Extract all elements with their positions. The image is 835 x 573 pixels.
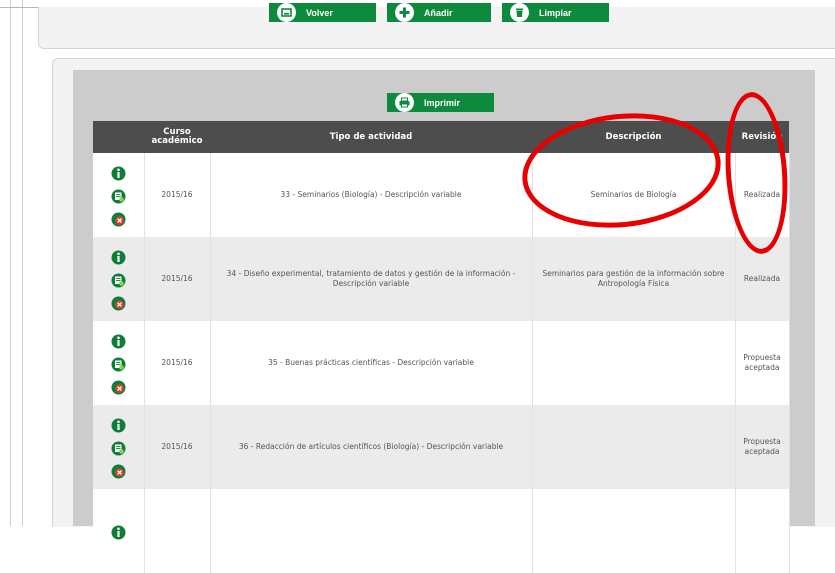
info-icon[interactable] bbox=[111, 334, 126, 349]
table-row: 2015/16 35 - Buenas prácticas científica… bbox=[93, 321, 790, 405]
delete-icon[interactable] bbox=[111, 212, 126, 227]
cell-revision: Propuesta aceptada bbox=[735, 405, 790, 489]
page-left-border-inner bbox=[22, 0, 23, 526]
info-icon[interactable] bbox=[111, 525, 126, 540]
cell-curso: 2015/16 bbox=[144, 153, 211, 237]
header-revision[interactable]: Revisión bbox=[735, 121, 789, 153]
header-tipo[interactable]: Tipo de actividad bbox=[210, 121, 532, 153]
volver-label: Volver bbox=[306, 7, 333, 18]
table-row bbox=[93, 489, 790, 573]
delete-icon[interactable] bbox=[111, 380, 126, 395]
table-row: 2015/16 34 - Diseño experimental, tratam… bbox=[93, 237, 790, 321]
cell-curso bbox=[144, 489, 211, 573]
info-icon[interactable] bbox=[111, 166, 126, 181]
cell-curso: 2015/16 bbox=[144, 321, 211, 405]
delete-icon[interactable] bbox=[111, 464, 126, 479]
cell-descripcion: Seminarios de Biología bbox=[532, 153, 736, 237]
anadir-label: Añadir bbox=[424, 7, 453, 18]
edit-icon[interactable] bbox=[111, 189, 126, 204]
cell-curso: 2015/16 bbox=[144, 405, 211, 489]
cell-revision: Realizada bbox=[735, 153, 790, 237]
cell-tipo bbox=[210, 489, 533, 573]
row-actions bbox=[93, 321, 145, 405]
cell-descripcion: Seminarios para gestión de la informació… bbox=[532, 237, 736, 321]
volver-button[interactable]: Volver bbox=[269, 3, 376, 22]
activities-table: Curso académico Tipo de actividad Descri… bbox=[93, 121, 790, 573]
info-icon[interactable] bbox=[111, 250, 126, 265]
trash-icon bbox=[510, 3, 529, 22]
table-row: 2015/16 36 - Redacción de artículos cien… bbox=[93, 405, 790, 489]
page-left-border bbox=[10, 0, 11, 526]
cell-revision: Realizada bbox=[735, 237, 790, 321]
header-descripcion[interactable]: Descripción bbox=[532, 121, 735, 153]
cell-tipo: 35 - Buenas prácticas científicas - Desc… bbox=[210, 321, 533, 405]
row-actions bbox=[93, 489, 145, 573]
delete-icon[interactable] bbox=[111, 296, 126, 311]
edit-icon[interactable] bbox=[111, 441, 126, 456]
row-actions bbox=[93, 405, 145, 489]
printer-icon bbox=[395, 93, 414, 112]
cell-curso: 2015/16 bbox=[144, 237, 211, 321]
cell-descripcion bbox=[532, 405, 736, 489]
cell-descripcion bbox=[532, 321, 736, 405]
plus-icon bbox=[395, 3, 414, 22]
back-icon bbox=[277, 3, 296, 22]
header-actions bbox=[93, 121, 144, 153]
cell-tipo: 33 - Seminarios (Biología) - Descripción… bbox=[210, 153, 533, 237]
cell-descripcion bbox=[532, 489, 736, 573]
cell-revision bbox=[735, 489, 790, 573]
cell-revision: Propuesta aceptada bbox=[735, 321, 790, 405]
header-curso[interactable]: Curso académico bbox=[144, 121, 210, 153]
cell-tipo: 34 - Diseño experimental, tratamiento de… bbox=[210, 237, 533, 321]
row-actions bbox=[93, 237, 145, 321]
table-header-row: Curso académico Tipo de actividad Descri… bbox=[93, 121, 789, 153]
table-row: 2015/16 33 - Seminarios (Biología) - Des… bbox=[93, 153, 790, 237]
imprimir-label: Imprimir bbox=[424, 97, 461, 108]
imprimir-button[interactable]: Imprimir bbox=[387, 93, 494, 112]
edit-icon[interactable] bbox=[111, 357, 126, 372]
edit-icon[interactable] bbox=[111, 273, 126, 288]
info-icon[interactable] bbox=[111, 418, 126, 433]
limpiar-button[interactable]: Limpiar bbox=[502, 3, 609, 22]
row-actions bbox=[93, 153, 145, 237]
cell-tipo: 36 - Redacción de artículos científicos … bbox=[210, 405, 533, 489]
limpiar-label: Limpiar bbox=[539, 7, 572, 18]
anadir-button[interactable]: Añadir bbox=[387, 3, 491, 22]
